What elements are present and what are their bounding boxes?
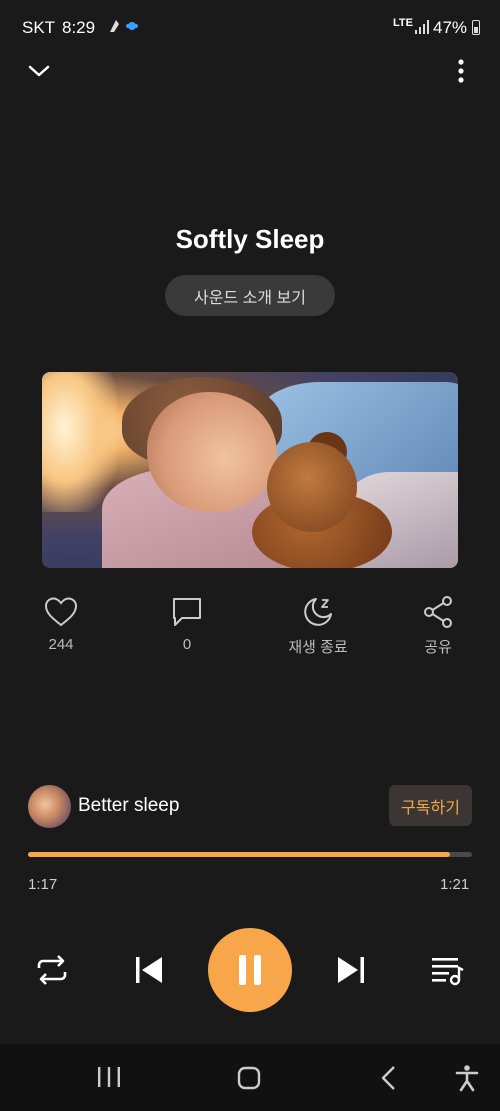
home-button[interactable] [236,1065,262,1096]
back-icon [381,1066,395,1090]
collapse-button[interactable] [26,58,52,84]
skip-next-icon [338,957,364,983]
recent-apps-icon [98,1067,120,1087]
progress-bar[interactable] [28,852,472,857]
moon-sleep-icon [304,598,332,626]
battery-percent: 47% [433,18,468,37]
track-title: Softly Sleep [175,224,325,254]
more-vertical-icon [458,59,464,83]
system-navigation-bar [0,1044,500,1111]
carrier-label: SKT [22,18,56,37]
more-options-button[interactable] [446,58,476,84]
playlist-thumbnail[interactable] [28,785,71,828]
recent-apps-button[interactable] [96,1065,122,1094]
playlist-music-icon [432,958,464,986]
share-label: 공유 [424,639,452,656]
next-track-button[interactable] [336,954,366,991]
comment-count: 0 [182,636,192,653]
artwork-image [42,372,458,568]
notification-icon [110,20,138,32]
total-duration: 1:21 [440,876,470,893]
accessibility-icon [455,1065,479,1092]
battery-icon [472,20,480,35]
like-count: 244 [48,636,74,653]
comment-icon [173,598,201,626]
repeat-icon [37,955,67,985]
skip-previous-icon [136,957,162,983]
heart-icon [44,597,78,627]
subscribe-button[interactable]: 구독하기 [389,785,472,826]
pause-button[interactable] [208,928,292,1012]
elapsed-time: 1:17 [28,876,58,893]
share-icon [424,596,452,628]
status-bar: SKT 8:29 LTE 47% [0,0,500,56]
comment-button[interactable]: 0 [147,596,227,653]
playlist-queue-button[interactable] [430,954,466,991]
sound-intro-button[interactable]: 사운드 소개 보기 [165,275,335,316]
share-button[interactable]: 공유 [398,596,478,657]
sleep-timer-button[interactable]: 재생 종료 [272,596,364,657]
pause-icon [239,955,261,985]
previous-track-button[interactable] [134,954,164,991]
network-type: LTE [393,17,413,29]
status-clock: 8:29 [62,18,96,37]
notification-icons [108,18,140,37]
repeat-button[interactable] [34,953,70,992]
sleep-timer-label: 재생 종료 [288,639,348,656]
signal-icon [414,19,430,40]
playlist-name[interactable]: Better sleep [78,795,179,817]
like-button[interactable]: 244 [21,596,101,653]
chevron-down-icon [28,65,50,77]
progress-fill [28,852,450,857]
home-icon [237,1066,261,1090]
back-button[interactable] [378,1065,400,1096]
accessibility-button[interactable] [454,1064,480,1097]
